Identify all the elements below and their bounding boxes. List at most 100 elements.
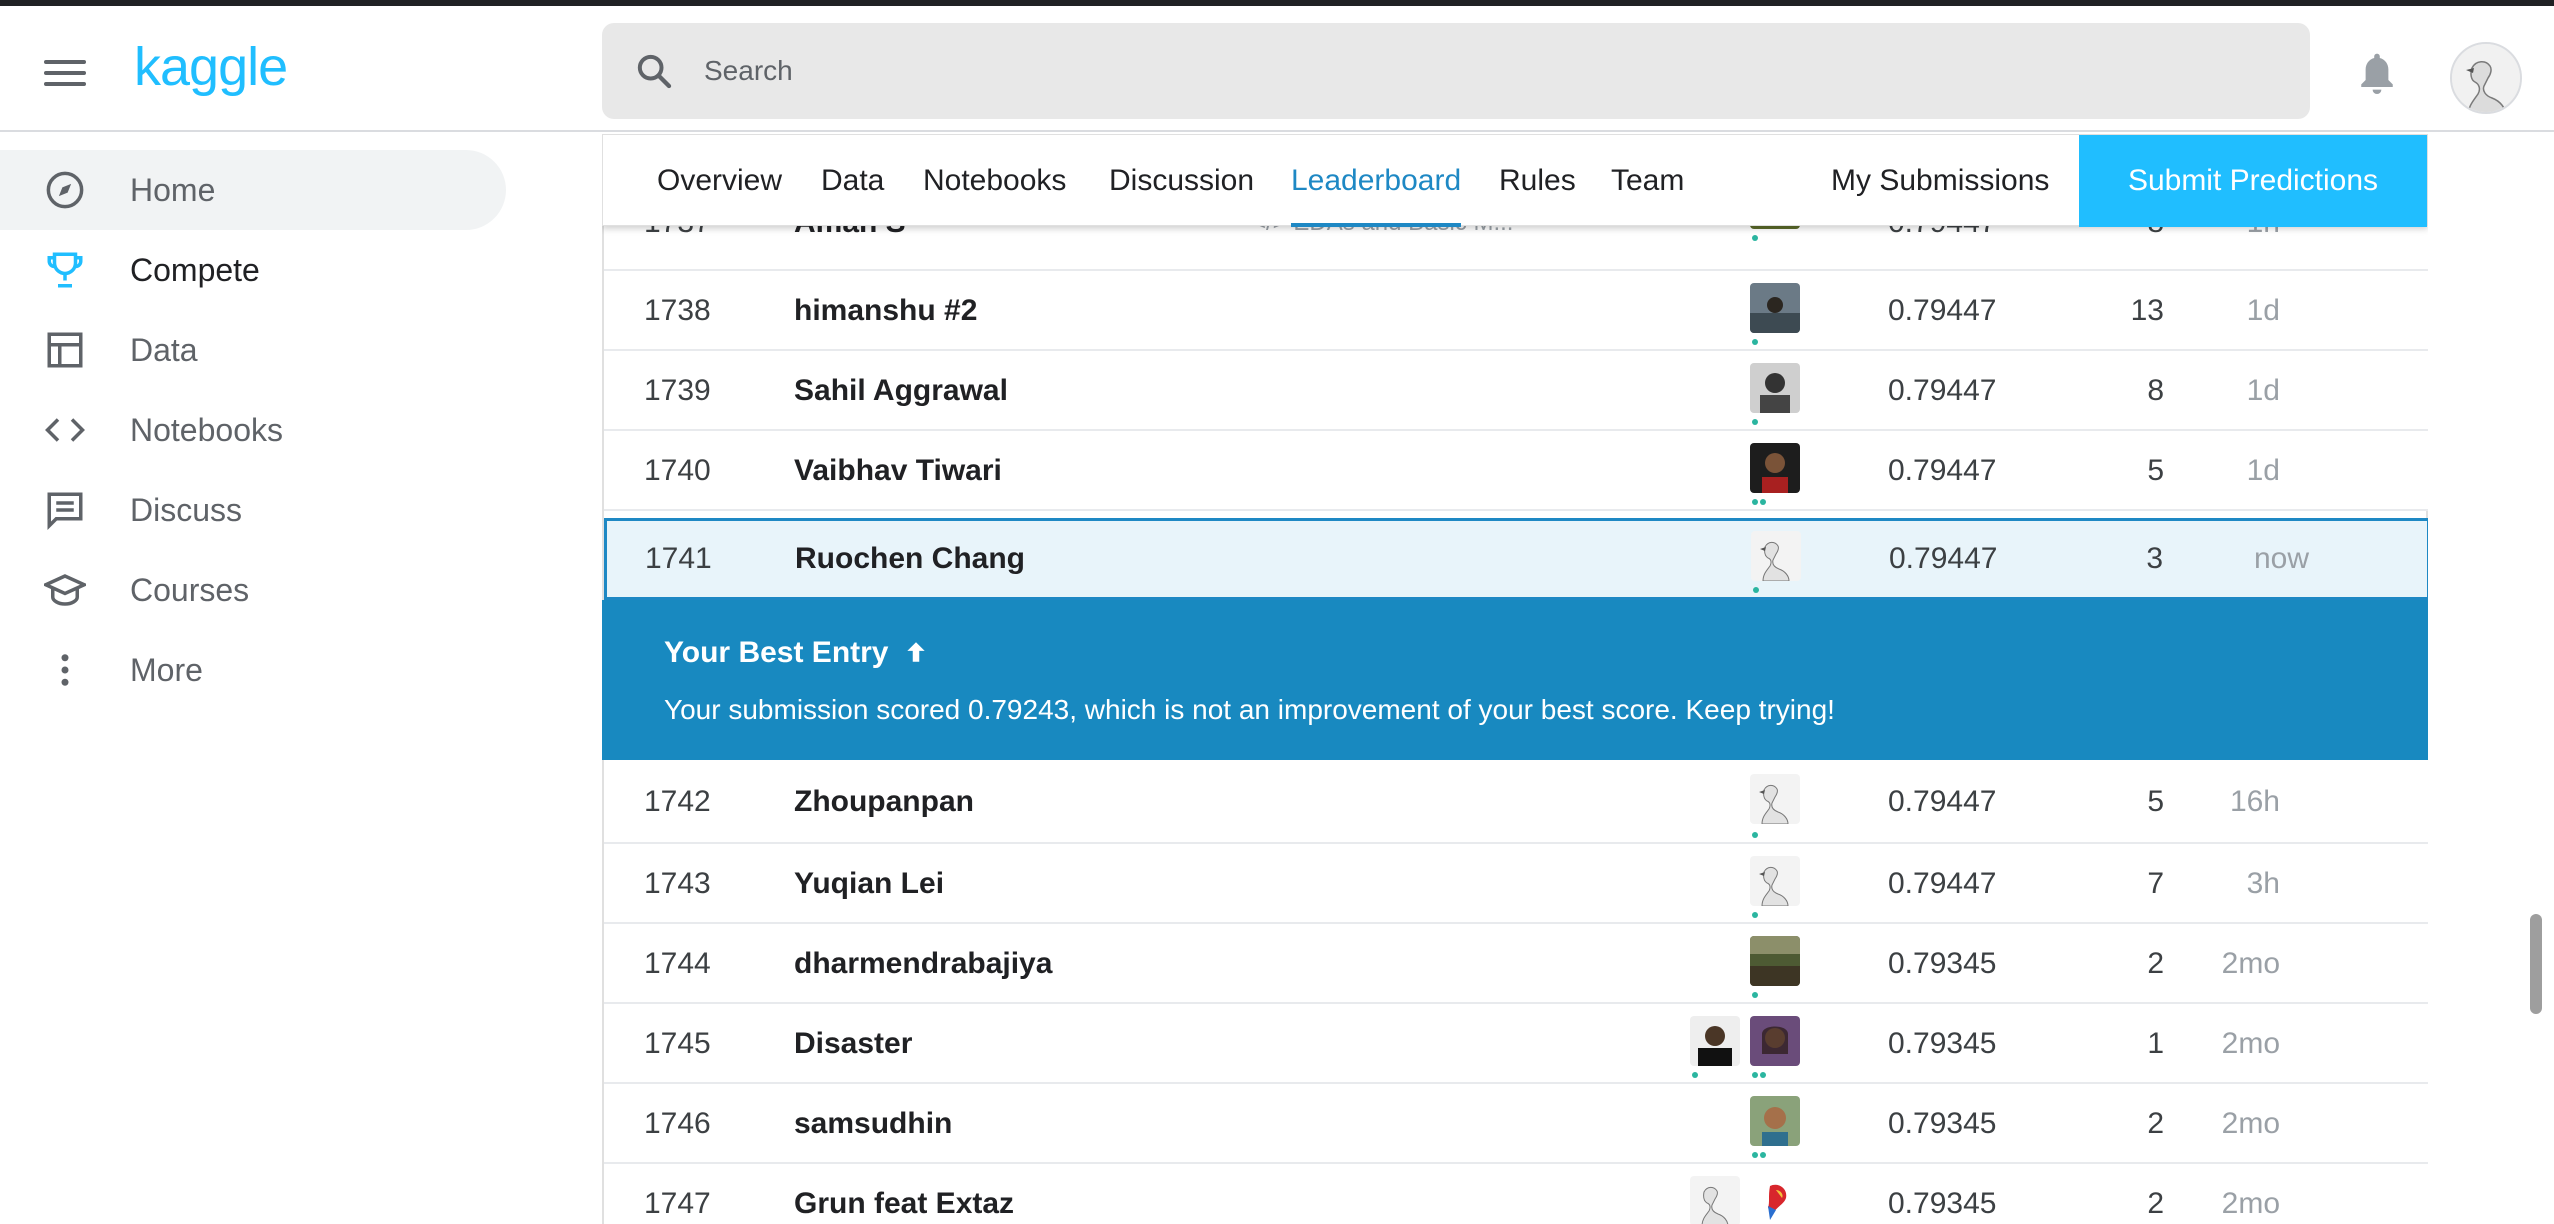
my-table-row[interactable]: 1741 Ruochen Chang 0.79447 3 now: [604, 518, 2428, 600]
rank-cell: 1739: [644, 374, 711, 407]
rank-cell: 1744: [644, 947, 711, 980]
search-bar[interactable]: [602, 23, 2310, 119]
table-row[interactable]: 1747 Grun feat Extaz 0.79345 2 2mo: [604, 1164, 2428, 1224]
sidebar-item-label: Data: [130, 331, 198, 368]
notification-bell-icon[interactable]: [2356, 50, 2398, 96]
member-avatar[interactable]: [1750, 1016, 1800, 1066]
table-row[interactable]: 1738 himanshu #2 0.79447 13 1d: [604, 271, 2428, 351]
tab-overview[interactable]: Overview: [657, 135, 782, 227]
member-avatar[interactable]: [1750, 936, 1800, 986]
comment-icon: [44, 489, 86, 531]
table-row[interactable]: 1739 Sahil Aggrawal 0.79447 8 1d: [604, 351, 2428, 431]
entries-cell: 2: [2147, 947, 2164, 980]
member-avatar[interactable]: [1750, 774, 1800, 824]
last-cell: 1d: [2246, 374, 2280, 407]
member-avatar[interactable]: [1690, 1016, 1740, 1066]
team-name[interactable]: himanshu #2: [794, 271, 977, 351]
member-avatar[interactable]: [1750, 1096, 1800, 1146]
entries-cell: 3: [2146, 542, 2163, 575]
team-name[interactable]: dharmendrabajiya: [794, 924, 1052, 1004]
sidebar-item-notebooks[interactable]: Notebooks: [0, 390, 506, 470]
last-cell: 2mo: [2221, 1187, 2280, 1220]
sidebar-item-label: Courses: [130, 571, 250, 608]
sidebar-item-more[interactable]: More: [0, 630, 506, 710]
online-dot: [1752, 235, 1758, 241]
sidebar: Home Compete Data Notebooks Discuss Cour…: [0, 134, 520, 1224]
online-dot: [1752, 832, 1758, 838]
rank-cell: 1746: [644, 1107, 711, 1140]
scrollbar-thumb[interactable]: [2530, 914, 2542, 1014]
score-cell: 0.79447: [1888, 294, 1997, 327]
last-cell: 3h: [2246, 867, 2280, 900]
online-dot: [1752, 499, 1758, 505]
team-name[interactable]: Zhoupanpan: [794, 760, 974, 844]
table-row[interactable]: 1744 dharmendrabajiya 0.79345 2 2mo: [604, 924, 2428, 1004]
tab-discussion[interactable]: Discussion: [1109, 135, 1254, 227]
member-avatar[interactable]: [1750, 1176, 1800, 1224]
last-cell: 1d: [2246, 454, 2280, 487]
last-cell: 16h: [2229, 785, 2280, 818]
table-row[interactable]: 1742 Zhoupanpan 0.79447 5 16h: [604, 760, 2428, 844]
user-avatar[interactable]: [2450, 42, 2522, 114]
sidebar-item-data[interactable]: Data: [0, 310, 506, 390]
last-cell: now: [2253, 542, 2309, 575]
search-input[interactable]: [704, 43, 2264, 99]
tab-notebooks[interactable]: Notebooks: [923, 135, 1066, 227]
kaggle-logo[interactable]: kaggle: [134, 36, 288, 98]
table-row[interactable]: 1740 Vaibhav Tiwari 0.79447 5 1d: [604, 431, 2428, 511]
compass-icon: [44, 169, 86, 211]
sidebar-item-discuss[interactable]: Discuss: [0, 470, 506, 550]
score-cell: 0.79447: [1889, 542, 1998, 575]
tab-leaderboard[interactable]: Leaderboard: [1291, 135, 1462, 227]
last-cell: 2mo: [2221, 947, 2280, 980]
tab-team[interactable]: Team: [1611, 135, 1684, 227]
member-avatar[interactable]: [1750, 363, 1800, 413]
member-avatar[interactable]: [1690, 1176, 1740, 1224]
online-dot: [1752, 912, 1758, 918]
score-cell: 0.79345: [1888, 1187, 1997, 1220]
menu-icon[interactable]: [44, 56, 86, 90]
banner-message: Your submission scored 0.79243, which is…: [664, 694, 1835, 725]
banner-title-text: Your Best Entry: [664, 636, 889, 669]
member-avatar[interactable]: [1750, 283, 1800, 333]
online-dot: [1752, 419, 1758, 425]
submit-predictions-button[interactable]: Submit Predictions: [2079, 135, 2427, 227]
team-name[interactable]: Ruochen Chang: [795, 521, 1025, 597]
goose-avatar-icon: [2452, 44, 2520, 112]
team-name[interactable]: Sahil Aggrawal: [794, 351, 1008, 431]
member-avatar[interactable]: [1750, 856, 1800, 906]
online-dot: [1752, 339, 1758, 345]
score-cell: 0.79447: [1888, 785, 1997, 818]
entries-cell: 7: [2147, 867, 2164, 900]
score-cell: 0.79345: [1888, 1107, 1997, 1140]
arrow-up-icon: [907, 642, 925, 662]
team-name[interactable]: samsudhin: [794, 1084, 952, 1164]
sidebar-item-home[interactable]: Home: [0, 150, 506, 230]
graduation-cap-icon: [44, 569, 86, 611]
member-avatar[interactable]: [1751, 531, 1801, 581]
sidebar-item-courses[interactable]: Courses: [0, 550, 506, 630]
member-avatar[interactable]: [1750, 443, 1800, 493]
tab-rules[interactable]: Rules: [1499, 135, 1576, 227]
team-name[interactable]: Disaster: [794, 1004, 912, 1084]
rank-cell: 1742: [644, 785, 711, 818]
competition-tabs: Overview Data Notebooks Discussion Leade…: [602, 134, 2428, 227]
team-name[interactable]: Vaibhav Tiwari: [794, 431, 1002, 511]
table-icon: [44, 329, 86, 371]
table-row[interactable]: 1746 samsudhin 0.79345 2 2mo: [604, 1084, 2428, 1164]
team-name[interactable]: Yuqian Lei: [794, 844, 944, 924]
rank-cell: 1743: [644, 867, 711, 900]
online-dot: [1752, 1072, 1758, 1078]
tab-data[interactable]: Data: [821, 135, 884, 227]
table-row[interactable]: 1743 Yuqian Lei 0.79447 7 3h: [604, 844, 2428, 924]
sidebar-item-compete[interactable]: Compete: [0, 230, 506, 310]
table-row[interactable]: 1745 Disaster 0.79345 1 2mo: [604, 1004, 2428, 1084]
my-submissions-link[interactable]: My Submissions: [1831, 135, 2049, 227]
online-dot: [1752, 992, 1758, 998]
leaderboard-table: 1737 Aman S </> EDAs and Basic M... 0.79…: [602, 134, 2428, 1224]
team-name[interactable]: Grun feat Extaz: [794, 1164, 1014, 1224]
banner-title: Your Best Entry: [664, 636, 929, 670]
main-content: 1737 Aman S </> EDAs and Basic M... 0.79…: [602, 134, 2428, 1224]
entries-cell: 5: [2147, 785, 2164, 818]
last-cell: 2mo: [2221, 1107, 2280, 1140]
